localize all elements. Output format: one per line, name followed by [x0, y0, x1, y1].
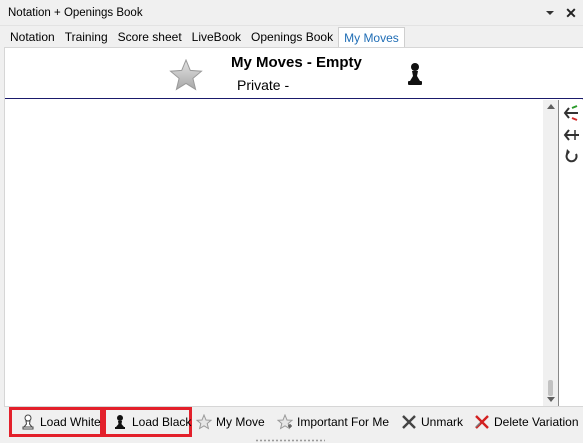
tab-score-sheet[interactable]: Score sheet — [113, 27, 187, 47]
branch-arrows-icon[interactable] — [563, 104, 581, 122]
load-white-button[interactable]: Load White — [9, 407, 103, 437]
load-black-label: Load Black — [132, 415, 192, 429]
black-pawn-icon — [405, 62, 425, 86]
my-moves-panel: My Moves - Empty Private - — [4, 47, 583, 407]
delete-variation-label: Delete Variation — [494, 415, 579, 429]
page-subtitle: Private - — [237, 77, 290, 93]
tab-openings-book[interactable]: Openings Book — [246, 27, 338, 47]
move-list-area[interactable] — [5, 100, 543, 406]
tab-notation[interactable]: Notation — [5, 27, 60, 47]
page-title: My Moves - Empty — [231, 54, 362, 71]
load-white-label: Load White — [40, 415, 101, 429]
important-for-me-label: Important For Me — [297, 415, 390, 429]
important-for-me-button[interactable]: Important For Me — [276, 407, 390, 437]
star-icon[interactable] — [169, 58, 203, 91]
title-bar: Notation + Openings Book ✕ — [0, 0, 583, 26]
delete-variation-button[interactable]: Delete Variation — [474, 407, 579, 437]
window-title: Notation + Openings Book — [8, 7, 143, 19]
load-black-button[interactable]: Load Black — [103, 407, 192, 437]
star-plus-icon — [276, 413, 294, 430]
chevron-down-icon[interactable] — [543, 6, 557, 20]
close-icon[interactable]: ✕ — [563, 5, 579, 21]
tab-my-moves[interactable]: My Moves — [338, 27, 405, 47]
tab-bar: Notation Training Score sheet LiveBook O… — [5, 27, 405, 47]
unmark-button[interactable]: Unmark — [401, 407, 463, 437]
merge-arrows-icon[interactable] — [563, 126, 581, 144]
unmark-x-icon — [401, 414, 417, 430]
tab-training[interactable]: Training — [60, 27, 113, 47]
my-move-button[interactable]: My Move — [195, 407, 265, 437]
tab-livebook[interactable]: LiveBook — [187, 27, 246, 47]
side-tools — [558, 100, 583, 406]
scroll-up-icon[interactable] — [547, 104, 555, 109]
black-pawn-icon — [112, 414, 128, 430]
unmark-label: Unmark — [421, 415, 464, 429]
scroll-down-icon[interactable] — [547, 397, 555, 402]
scroll-thumb[interactable] — [548, 380, 553, 396]
bottom-toolbar: Load White Load Black My Move Important … — [0, 407, 583, 443]
my-move-label: My Move — [216, 415, 265, 429]
my-moves-header: My Moves - Empty Private - — [5, 48, 583, 99]
star-outline-icon — [195, 413, 213, 430]
vertical-scrollbar[interactable] — [543, 100, 558, 406]
notation-openings-book-window: Notation + Openings Book ✕ Notation Trai… — [0, 0, 583, 443]
refresh-icon[interactable] — [563, 148, 581, 166]
red-x-icon — [474, 414, 490, 430]
white-pawn-icon — [20, 414, 36, 430]
resize-grip[interactable] — [255, 439, 325, 442]
